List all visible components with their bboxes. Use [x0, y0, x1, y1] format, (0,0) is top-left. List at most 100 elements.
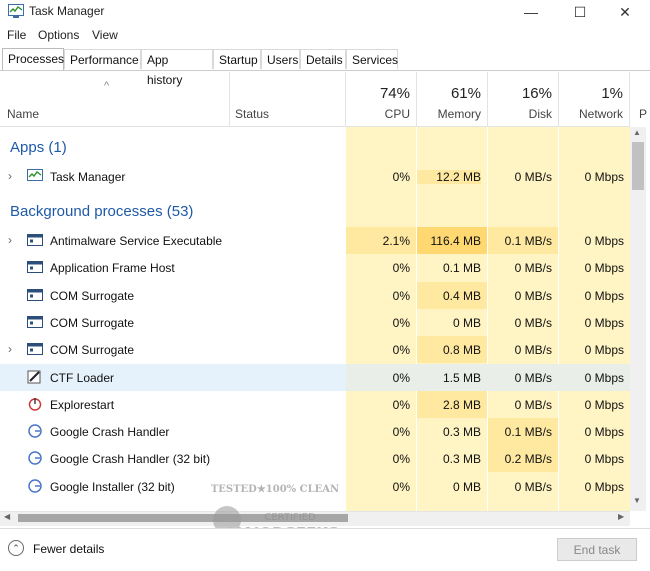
scroll-left-icon[interactable]: ◀: [4, 512, 10, 521]
table-row[interactable]: Google Crash Handler 0% 0.3 MB 0.1 MB/s 0 Mb…: [0, 418, 630, 445]
cpu-value: 0%: [392, 170, 410, 184]
network-value: 0 Mbps: [584, 316, 624, 330]
disk-value: 0 MB/s: [514, 371, 552, 385]
network-value: 0 Mbps: [584, 261, 624, 275]
column-header-memory[interactable]: 61% Memory: [417, 72, 488, 126]
cpu-value: 2.1%: [382, 234, 410, 248]
scroll-down-icon[interactable]: ▼: [633, 496, 641, 505]
table-row[interactable]: COM Surrogate 0% 0.4 MB 0 MB/s 0 Mbps: [0, 282, 630, 309]
process-name: COM Surrogate: [50, 289, 135, 303]
process-name: COM Surrogate: [50, 343, 135, 357]
table-row[interactable]: › Task Manager 0% 12.2 MB 0 MB/s 0 Mbps: [0, 163, 630, 190]
cpu-value: 0%: [392, 343, 410, 357]
network-value: 0 Mbps: [584, 170, 624, 184]
group-title-background: Background processes (53): [10, 203, 194, 220]
table-row[interactable]: CTF Loader 0% 1.5 MB 0 MB/s 0 Mbps: [0, 364, 630, 391]
chevron-right-icon[interactable]: ›: [8, 233, 12, 247]
column-header-status[interactable]: Status: [230, 72, 346, 126]
window-title: Task Manager: [29, 4, 105, 18]
close-button[interactable]: ✕: [602, 0, 648, 24]
column-label-disk: Disk: [528, 107, 552, 121]
cpu-value: 0%: [392, 371, 410, 385]
table-row[interactable]: Explorestart 0% 2.8 MB 0 MB/s 0 Mbps: [0, 391, 630, 418]
table-row[interactable]: Application Frame Host 0% 0.1 MB 0 MB/s 0 Mb…: [0, 254, 630, 281]
sort-up-icon: ^: [104, 80, 110, 92]
menu-view[interactable]: View: [92, 28, 118, 42]
menu-file[interactable]: File: [7, 28, 26, 42]
tab-services[interactable]: Services: [346, 49, 398, 69]
process-name: CTF Loader: [50, 371, 115, 385]
column-label-memory: Memory: [437, 107, 481, 121]
chevron-up-icon[interactable]: ⌃: [8, 540, 24, 556]
end-task-button[interactable]: End task: [557, 538, 637, 561]
fewer-details-label[interactable]: Fewer details: [33, 542, 104, 556]
chevron-right-icon[interactable]: ›: [8, 169, 12, 183]
tab-processes[interactable]: Processes: [2, 48, 64, 70]
column-label-power: P: [639, 107, 648, 121]
cpu-value: 0%: [392, 425, 410, 439]
memory-value: 0.8 MB: [442, 343, 481, 357]
process-name: Google Crash Handler (32 bit): [50, 452, 211, 466]
network-value: 0 Mbps: [584, 371, 624, 385]
window-icon: [27, 234, 43, 246]
cpu-value: 0%: [392, 480, 410, 494]
memory-value: 0.4 MB: [442, 289, 481, 303]
network-value: 0 Mbps: [584, 343, 624, 357]
network-value: 0 Mbps: [584, 289, 624, 303]
disk-value: 0 MB/s: [514, 398, 552, 412]
task-manager-icon: [8, 4, 24, 18]
memory-value: 0 MB: [452, 316, 481, 330]
column-header-name[interactable]: ^ Name: [0, 72, 230, 126]
network-value: 0 Mbps: [584, 425, 624, 439]
tab-startup[interactable]: Startup: [213, 49, 261, 69]
window-icon: [27, 261, 43, 273]
pen-icon: [27, 370, 41, 384]
column-header-power[interactable]: P: [630, 72, 650, 126]
process-name: Task Manager: [50, 170, 126, 184]
window-icon: [27, 316, 43, 328]
column-header-disk[interactable]: 16% Disk: [488, 72, 559, 126]
column-header-network[interactable]: 1% Network: [559, 72, 630, 126]
table-row[interactable]: Google Crash Handler (32 bit) 0% 0.3 MB 0.2…: [0, 445, 630, 472]
svg-text:TESTED★100% CLEAN: TESTED★100% CLEAN: [211, 484, 339, 495]
table-row[interactable]: COM Surrogate 0% 0 MB 0 MB/s 0 Mbps: [0, 309, 630, 336]
column-header-cpu[interactable]: 74% CPU: [346, 72, 417, 126]
disk-value: 0.1 MB/s: [504, 425, 552, 439]
scroll-right-icon[interactable]: ▶: [618, 512, 624, 521]
tab-performance[interactable]: Performance: [64, 49, 141, 69]
network-value: 0 Mbps: [584, 480, 624, 494]
memory-value: 1.5 MB: [442, 371, 481, 385]
table-row[interactable]: › Antimalware Service Executable 2.1% 116.4…: [0, 227, 630, 254]
process-name: Explorestart: [50, 398, 115, 412]
network-value: 0 Mbps: [584, 398, 624, 412]
google-icon: [28, 479, 42, 493]
tab-details[interactable]: Details: [300, 49, 346, 69]
svg-text:CERTIFIED: CERTIFIED: [264, 512, 316, 523]
process-name: Google Installer (32 bit): [50, 480, 175, 494]
maximize-button[interactable]: ☐: [557, 0, 603, 24]
chevron-right-icon[interactable]: ›: [8, 342, 12, 356]
cpu-value: 0%: [392, 316, 410, 330]
google-icon: [28, 424, 42, 438]
memory-value: 0.3 MB: [442, 425, 481, 439]
task-manager-icon: [27, 169, 43, 181]
column-label-cpu: CPU: [384, 107, 410, 121]
memory-percent: 61%: [450, 85, 481, 102]
memory-value: 12.2 MB: [417, 170, 481, 184]
tab-users[interactable]: Users: [261, 49, 300, 69]
table-row[interactable]: › COM Surrogate 0% 0.8 MB 0 MB/s 0 Mbps: [0, 336, 630, 363]
close-icon: ✕: [619, 3, 631, 20]
disk-value: 0 MB/s: [514, 289, 552, 303]
window-icon: [27, 343, 43, 355]
network-value: 0 Mbps: [584, 234, 624, 248]
vertical-scroll-thumb[interactable]: [632, 142, 644, 190]
minimize-icon: —: [524, 4, 538, 20]
cpu-value: 0%: [392, 261, 410, 275]
menu-options[interactable]: Options: [38, 28, 79, 42]
power-icon: [28, 398, 42, 411]
memory-value: 2.8 MB: [442, 398, 481, 412]
disk-percent: 16%: [521, 85, 552, 102]
tab-app-history[interactable]: App history: [141, 49, 213, 87]
scroll-up-icon[interactable]: ▲: [633, 128, 641, 137]
minimize-button[interactable]: —: [508, 0, 554, 24]
